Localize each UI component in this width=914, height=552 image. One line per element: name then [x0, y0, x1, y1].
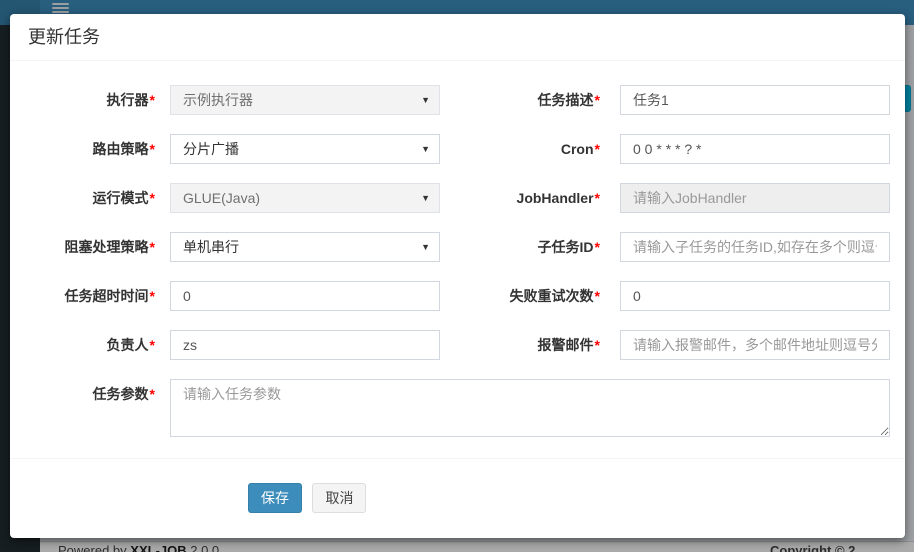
- job-param-textarea[interactable]: [170, 379, 890, 437]
- route-strategy-select-wrap: 分片广播 ▼: [170, 134, 440, 164]
- block-strategy-label: 阻塞处理策略*: [30, 232, 155, 262]
- author-label: 负责人*: [30, 330, 155, 360]
- fail-retry-label: 失败重试次数*: [440, 281, 600, 311]
- modal-footer: 保存 取消: [10, 458, 905, 513]
- cron-wrap: [620, 134, 890, 164]
- required-asterisk: *: [595, 190, 600, 206]
- job-handler-input[interactable]: [620, 183, 890, 213]
- form-row: 运行模式* GLUE(Java) ▼ JobHandler*: [30, 183, 890, 213]
- glue-type-label: 运行模式*: [30, 183, 155, 213]
- required-asterisk: *: [150, 190, 155, 206]
- required-asterisk: *: [150, 92, 155, 108]
- form-row: 阻塞处理策略* 单机串行 ▼ 子任务ID*: [30, 232, 890, 262]
- required-asterisk: *: [150, 337, 155, 353]
- app-viewport: Powered by XXL-JOB 2.0.0 Copyright © 2 更…: [0, 0, 914, 552]
- required-asterisk: *: [150, 239, 155, 255]
- save-button[interactable]: 保存: [248, 483, 302, 513]
- form-row: 任务参数*: [30, 379, 890, 437]
- glue-type-select-wrap: GLUE(Java) ▼: [170, 183, 440, 213]
- route-strategy-select[interactable]: 分片广播: [170, 134, 440, 164]
- required-asterisk: *: [150, 386, 155, 402]
- required-asterisk: *: [595, 141, 600, 157]
- alarm-email-wrap: [620, 330, 890, 360]
- form-row: 路由策略* 分片广播 ▼ Cron*: [30, 134, 890, 164]
- executor-select-wrap: 示例执行器 ▼: [170, 85, 440, 115]
- job-handler-wrap: [620, 183, 890, 213]
- block-strategy-select[interactable]: 单机串行: [170, 232, 440, 262]
- job-handler-label: JobHandler*: [440, 183, 600, 213]
- modal-title: 更新任务: [28, 26, 887, 48]
- child-job-id-wrap: [620, 232, 890, 262]
- block-strategy-select-wrap: 单机串行 ▼: [170, 232, 440, 262]
- route-strategy-label: 路由策略*: [30, 134, 155, 164]
- update-task-modal: 更新任务 执行器* 示例执行器 ▼ 任务描述* 路由策略*: [10, 14, 905, 538]
- job-desc-wrap: [620, 85, 890, 115]
- job-desc-label: 任务描述*: [440, 85, 600, 115]
- fail-retry-wrap: [620, 281, 890, 311]
- cancel-button[interactable]: 取消: [312, 483, 366, 513]
- cron-input[interactable]: [620, 134, 890, 164]
- job-param-wrap: [170, 379, 890, 437]
- child-job-id-input[interactable]: [620, 232, 890, 262]
- form-row: 任务超时时间* 失败重试次数*: [30, 281, 890, 311]
- form-row: 执行器* 示例执行器 ▼ 任务描述*: [30, 85, 890, 115]
- required-asterisk: *: [150, 141, 155, 157]
- required-asterisk: *: [595, 337, 600, 353]
- required-asterisk: *: [595, 92, 600, 108]
- form-row: 负责人* 报警邮件*: [30, 330, 890, 360]
- executor-label: 执行器*: [30, 85, 155, 115]
- update-task-form: 执行器* 示例执行器 ▼ 任务描述* 路由策略* 分片广播: [10, 61, 905, 437]
- executor-select[interactable]: 示例执行器: [170, 85, 440, 115]
- modal-header: 更新任务: [10, 14, 905, 61]
- timeout-input[interactable]: [170, 281, 440, 311]
- cron-label: Cron*: [440, 134, 600, 164]
- child-job-id-label: 子任务ID*: [440, 232, 600, 262]
- required-asterisk: *: [595, 239, 600, 255]
- alarm-email-label: 报警邮件*: [440, 330, 600, 360]
- job-param-label: 任务参数*: [30, 379, 155, 437]
- required-asterisk: *: [150, 288, 155, 304]
- alarm-email-input[interactable]: [620, 330, 890, 360]
- fail-retry-input[interactable]: [620, 281, 890, 311]
- required-asterisk: *: [595, 288, 600, 304]
- glue-type-select[interactable]: GLUE(Java): [170, 183, 440, 213]
- timeout-wrap: [170, 281, 440, 311]
- timeout-label: 任务超时时间*: [30, 281, 155, 311]
- author-input[interactable]: [170, 330, 440, 360]
- author-wrap: [170, 330, 440, 360]
- job-desc-input[interactable]: [620, 85, 890, 115]
